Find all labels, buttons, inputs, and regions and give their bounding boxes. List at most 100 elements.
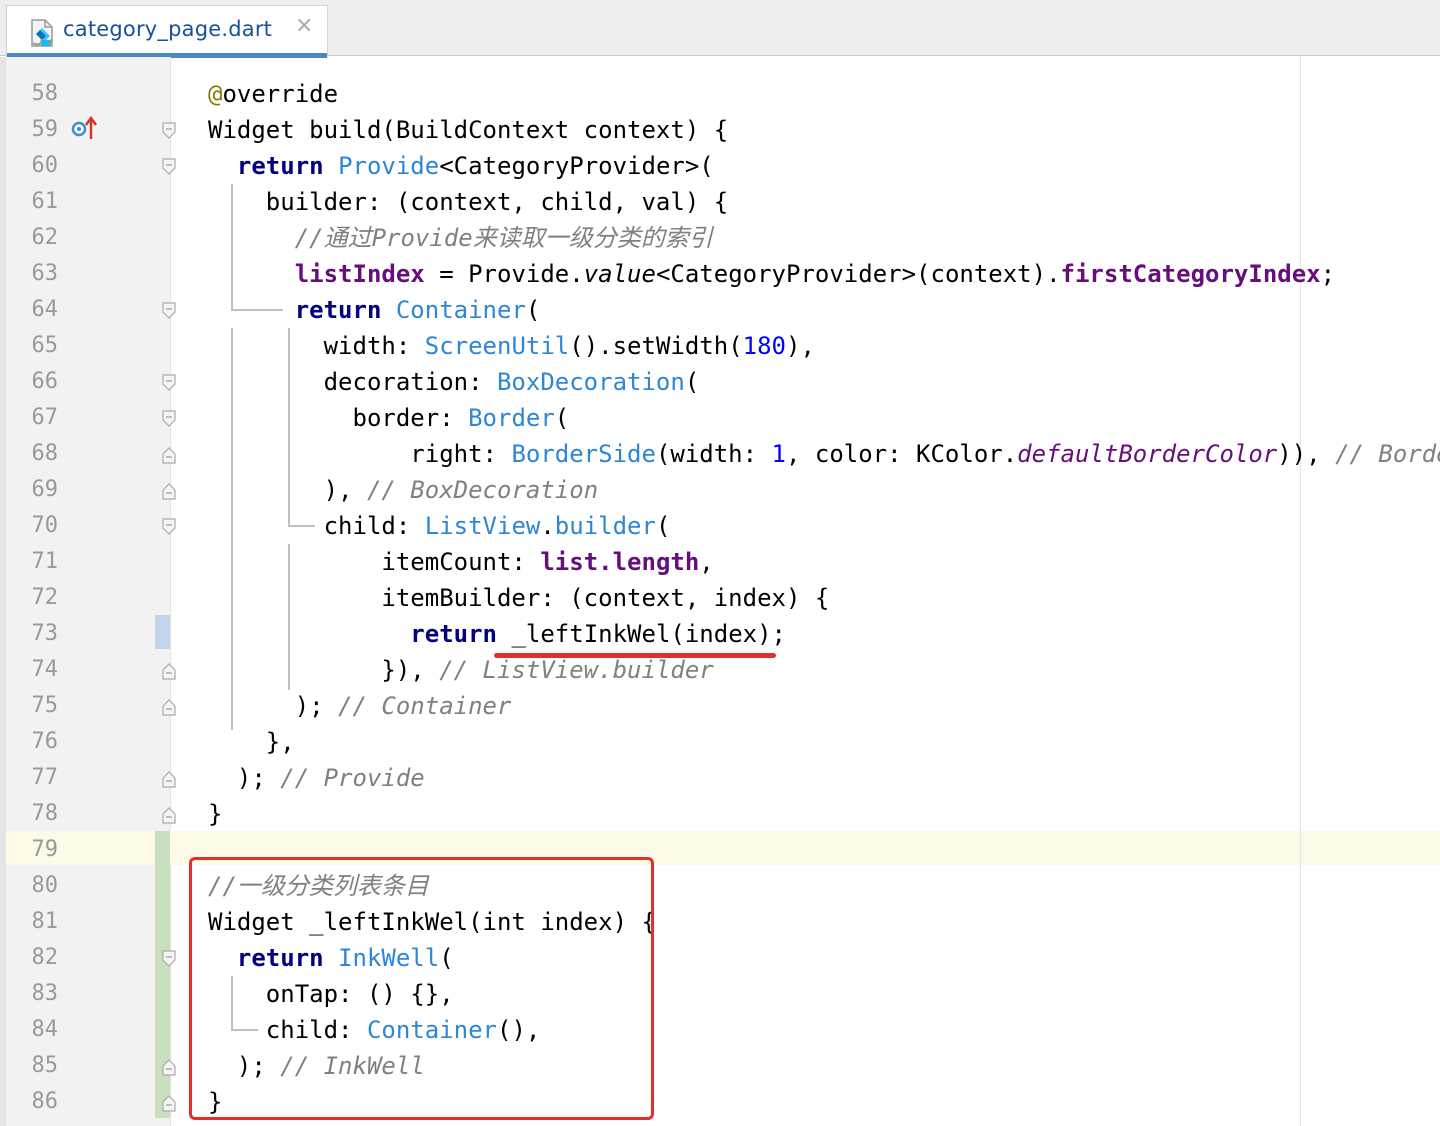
close-icon[interactable]: × (295, 13, 313, 38)
code-token: width: (208, 332, 425, 360)
code-token: ().setWidth( (569, 332, 743, 360)
fold-end-icon[interactable] (162, 1094, 176, 1112)
code-token: } (208, 800, 223, 828)
fold-end-icon[interactable] (162, 446, 176, 464)
line-number[interactable]: 71 (10, 544, 59, 580)
line-number[interactable]: 60 (10, 148, 59, 184)
vcs-modified-marker[interactable] (155, 615, 170, 649)
code-token: 180 (742, 332, 786, 360)
fold-end-icon[interactable] (162, 1058, 176, 1076)
line-number[interactable]: 83 (10, 976, 59, 1012)
fold-start-icon[interactable] (162, 122, 176, 140)
code-line[interactable]: //通过Provide来读取一级分类的索引 (208, 220, 713, 256)
code-token: return (294, 296, 382, 324)
line-number[interactable]: 76 (10, 724, 59, 760)
code-token: ); (208, 692, 339, 720)
code-token: ; (1320, 260, 1336, 288)
code-line[interactable]: decoration: BoxDecoration( (208, 364, 700, 400)
code-token: border: (208, 404, 469, 432)
code-token: list (540, 548, 599, 576)
code-token: firstCategoryIndex (1060, 260, 1321, 288)
code-line[interactable]: Widget build(BuildContext context) { (208, 112, 728, 148)
line-number[interactable]: 86 (10, 1084, 59, 1120)
code-line[interactable]: right: BorderSide(width: 1, color: KColo… (208, 436, 1440, 472)
fold-end-icon[interactable] (162, 482, 176, 500)
code-token: ), (208, 476, 367, 504)
line-number[interactable]: 74 (10, 652, 59, 688)
code-token: ( (525, 296, 541, 324)
code-token: value (583, 260, 656, 288)
code-token: BoxDecoration (496, 368, 685, 396)
fold-end-icon[interactable] (162, 698, 176, 716)
code-line[interactable]: border: Border( (208, 400, 569, 436)
line-number[interactable]: 62 (10, 220, 59, 256)
line-number[interactable]: 63 (10, 256, 59, 292)
code-line[interactable]: } (208, 796, 222, 832)
line-number[interactable]: 67 (10, 400, 59, 436)
code-line[interactable]: itemBuilder: (context, index) { (208, 580, 829, 616)
line-number[interactable]: 75 (10, 688, 59, 724)
code-line[interactable]: child: ListView.builder( (208, 508, 671, 544)
code-token: override (222, 80, 339, 108)
line-number[interactable]: 80 (10, 868, 59, 904)
code-line[interactable]: builder: (context, child, val) { (208, 184, 728, 220)
code-token: itemBuilder: (context, index) { (208, 584, 830, 612)
fold-end-icon[interactable] (162, 770, 176, 788)
code-line[interactable]: return Container( (208, 292, 541, 328)
code-token: // Border (1335, 440, 1440, 468)
code-line[interactable]: itemCount: list.length, (208, 544, 714, 580)
fold-start-icon[interactable] (162, 302, 176, 320)
line-number[interactable]: 72 (10, 580, 59, 616)
line-number[interactable]: 82 (10, 940, 59, 976)
code-token: ), (786, 332, 815, 360)
line-number[interactable]: 85 (10, 1048, 59, 1084)
line-number[interactable]: 78 (10, 796, 59, 832)
code-token: , (699, 548, 714, 576)
code-token: <CategoryProvider>(context). (655, 260, 1061, 288)
code-token: itemCount: (208, 548, 541, 576)
code-token: // ListView.builder (439, 656, 714, 684)
code-token: , color: KColor. (785, 440, 1018, 468)
line-number[interactable]: 79 (10, 832, 59, 868)
code-line[interactable]: }, (208, 724, 295, 760)
line-number[interactable]: 84 (10, 1012, 59, 1048)
line-number-partial: 57 (10, 39, 59, 57)
line-number[interactable]: 70 (10, 508, 59, 544)
line-number[interactable]: 59 (10, 112, 59, 148)
code-token: // Provide (280, 764, 425, 792)
fold-start-icon[interactable] (162, 410, 176, 428)
line-number[interactable]: 66 (10, 364, 59, 400)
fold-start-icon[interactable] (162, 158, 176, 176)
fold-start-icon[interactable] (162, 374, 176, 392)
code-token: <CategoryProvider>( (439, 152, 714, 180)
code-token: listIndex (294, 260, 425, 288)
fold-start-icon[interactable] (162, 950, 176, 968)
line-number[interactable]: 61 (10, 184, 59, 220)
fold-end-icon[interactable] (162, 662, 176, 680)
line-number[interactable]: 58 (10, 76, 59, 112)
code-line[interactable]: width: ScreenUtil().setWidth(180), (208, 328, 815, 364)
code-token: . (540, 512, 555, 540)
code-token: // Container (338, 692, 512, 720)
code-line[interactable]: return _leftInkWel(index); (208, 616, 786, 652)
code-line[interactable]: ); // Container (208, 688, 512, 724)
code-line[interactable]: ); // Provide (208, 760, 425, 796)
code-token: , (1306, 440, 1336, 468)
code-line[interactable]: ), // BoxDecoration (208, 472, 599, 508)
line-number[interactable]: 69 (10, 472, 59, 508)
line-number[interactable]: 68 (10, 436, 59, 472)
code-line[interactable]: return Provide<CategoryProvider>( (208, 148, 714, 184)
line-number[interactable]: 77 (10, 760, 59, 796)
fold-end-icon[interactable] (162, 806, 176, 824)
code-line[interactable]: @override (208, 76, 338, 112)
override-method-icon[interactable] (70, 115, 100, 143)
code-line[interactable]: listIndex = Provide.value<CategoryProvid… (208, 256, 1335, 292)
code-token: Border (468, 404, 555, 432)
line-number[interactable]: 73 (10, 616, 59, 652)
code-token: ListView (424, 512, 541, 540)
code-token: Widget build(BuildContext context) { (208, 116, 729, 144)
line-number[interactable]: 81 (10, 904, 59, 940)
line-number[interactable]: 65 (10, 328, 59, 364)
fold-start-icon[interactable] (162, 518, 176, 536)
line-number[interactable]: 64 (10, 292, 59, 328)
